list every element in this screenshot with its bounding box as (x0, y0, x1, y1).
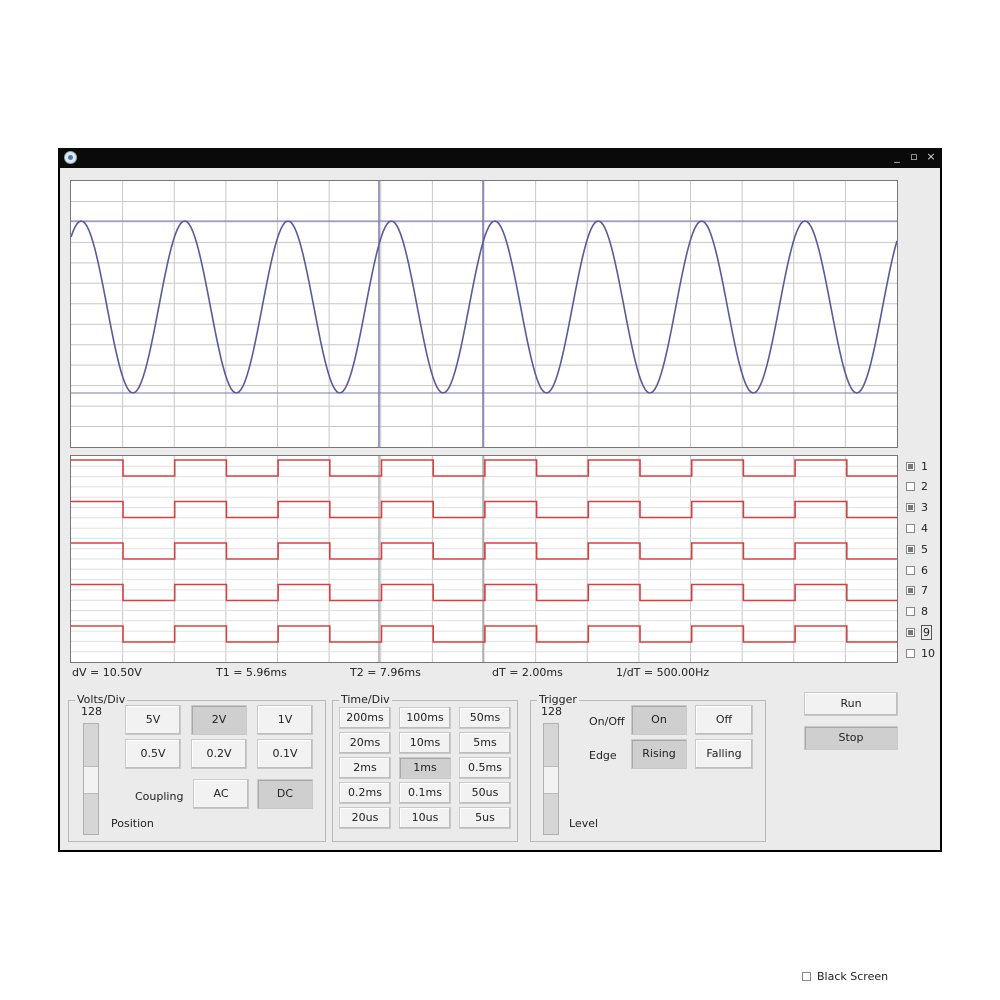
channel-2-toggle[interactable]: 2 (906, 479, 928, 495)
channel-label: 6 (921, 563, 928, 577)
time-50ms-button[interactable]: 50ms (459, 707, 511, 729)
trigger-level-slider[interactable] (543, 723, 559, 835)
volts-2V-button[interactable]: 2V (191, 705, 247, 735)
coupling-dc-button[interactable]: DC (257, 779, 313, 809)
frequency-readout: 1/dT = 500.00Hz (616, 666, 710, 679)
channel-checkbox[interactable] (906, 565, 915, 575)
channel-checkbox[interactable] (906, 544, 915, 554)
time-10ms-button[interactable]: 10ms (399, 732, 451, 754)
logic-analyzer-display[interactable] (70, 455, 898, 663)
coupling-ac-button[interactable]: AC (193, 779, 249, 809)
position-slider[interactable] (83, 723, 99, 835)
time-50us-button[interactable]: 50us (459, 782, 511, 804)
edge-falling-button[interactable]: Falling (695, 739, 753, 769)
time-2ms-button[interactable]: 2ms (339, 757, 391, 779)
volts-0p1V-button[interactable]: 0.1V (257, 739, 313, 769)
channel-checkbox[interactable] (906, 586, 915, 596)
edge-rising-button[interactable]: Rising (631, 739, 687, 769)
stop-button[interactable]: Stop (804, 726, 898, 750)
time-200ms-button[interactable]: 200ms (339, 707, 391, 729)
channel-4-toggle[interactable]: 4 (906, 520, 928, 536)
channel-label: 9 (921, 624, 932, 640)
close-icon[interactable]: × (924, 150, 938, 164)
time-div-group: Time/Div 200ms 100ms 50ms 20ms 10ms 5ms 2ms 1ms… (332, 693, 518, 842)
volts-0p2V-button[interactable]: 0.2V (191, 739, 247, 769)
channel-label: 8 (921, 605, 928, 619)
run-button[interactable]: Run (804, 692, 898, 716)
black-screen-option[interactable]: Black Screen (802, 970, 888, 983)
channel-7-toggle[interactable]: 7 (906, 583, 928, 599)
time-0p5ms-button[interactable]: 0.5ms (459, 757, 511, 779)
channel-label: 3 (921, 501, 928, 515)
time-100ms-button[interactable]: 100ms (399, 707, 451, 729)
channel-10-toggle[interactable]: 10 (906, 645, 935, 661)
channel-1-toggle[interactable]: 1 (906, 458, 928, 474)
channel-checkbox[interactable] (906, 482, 915, 492)
time-20us-button[interactable]: 20us (339, 807, 391, 829)
edge-label: Edge (589, 749, 617, 762)
time-0p1ms-button[interactable]: 0.1ms (399, 782, 451, 804)
minimize-icon[interactable]: _ (890, 150, 904, 164)
scope-app-icon (64, 151, 77, 164)
coupling-label: Coupling (135, 790, 184, 803)
volts-5V-button[interactable]: 5V (125, 705, 181, 735)
volts-0p5V-button[interactable]: 0.5V (125, 739, 181, 769)
channel-label: 2 (921, 480, 928, 494)
position-slider-thumb[interactable] (84, 766, 98, 794)
time-1ms-button[interactable]: 1ms (399, 757, 451, 779)
volts-div-group: Volts/Div 128 5V 2V 1V 0.5V 0.2V 0.1V Couplin… (68, 693, 326, 842)
oscilloscope-window: _ ▫ × 1 2 3 4 5 6 7 8 9 10 dV = 10.50V T1 = 5.96m… (58, 148, 942, 983)
trigger-level-thumb[interactable] (544, 766, 558, 794)
time-10us-button[interactable]: 10us (399, 807, 451, 829)
digital-waveform-plot (71, 456, 897, 662)
channel-checkbox[interactable] (906, 461, 915, 471)
position-label: Position (111, 817, 154, 830)
channel-5-toggle[interactable]: 5 (906, 541, 928, 557)
dt-readout: dT = 2.00ms (492, 666, 563, 679)
channel-9-toggle[interactable]: 9 (906, 624, 932, 640)
trigger-group: Trigger 128 On/Off On Off Edge Rising Fa… (530, 693, 766, 842)
channel-8-toggle[interactable]: 8 (906, 604, 928, 620)
channel-checkbox[interactable] (906, 627, 915, 637)
volts-1V-button[interactable]: 1V (257, 705, 313, 735)
analog-scope-display[interactable] (70, 180, 898, 448)
channel-label: 5 (921, 542, 928, 556)
onoff-label: On/Off (589, 715, 625, 728)
dv-readout: dV = 10.50V (72, 666, 142, 679)
channel-label: 4 (921, 521, 928, 535)
trigger-off-button[interactable]: Off (695, 705, 753, 735)
channel-checkbox[interactable] (906, 503, 915, 513)
time-div-title: Time/Div (339, 693, 392, 706)
channel-label: 1 (921, 459, 928, 473)
time-20ms-button[interactable]: 20ms (339, 732, 391, 754)
black-screen-label: Black Screen (817, 970, 889, 983)
t2-readout: T2 = 7.96ms (350, 666, 421, 679)
title-bar: _ ▫ × (58, 148, 942, 168)
time-0p2ms-button[interactable]: 0.2ms (339, 782, 391, 804)
trigger-on-button[interactable]: On (631, 705, 687, 735)
trigger-slider-value: 128 (541, 705, 562, 718)
t1-readout: T1 = 5.96ms (216, 666, 287, 679)
channel-checkbox[interactable] (906, 607, 915, 617)
time-5us-button[interactable]: 5us (459, 807, 511, 829)
channel-3-toggle[interactable]: 3 (906, 500, 928, 516)
channel-label: 7 (921, 584, 928, 598)
channel-checkbox[interactable] (906, 523, 915, 533)
channel-6-toggle[interactable]: 6 (906, 562, 928, 578)
black-screen-checkbox[interactable] (802, 972, 811, 981)
channel-checkbox[interactable] (906, 648, 915, 658)
level-label: Level (569, 817, 599, 830)
volts-slider-value: 128 (81, 705, 102, 718)
client-area: 1 2 3 4 5 6 7 8 9 10 dV = 10.50V T1 = 5.96ms T2 =… (60, 168, 940, 983)
maximize-icon[interactable]: ▫ (907, 150, 921, 164)
channel-label: 10 (921, 646, 935, 660)
analog-waveform-plot (71, 181, 897, 447)
time-5ms-button[interactable]: 5ms (459, 732, 511, 754)
